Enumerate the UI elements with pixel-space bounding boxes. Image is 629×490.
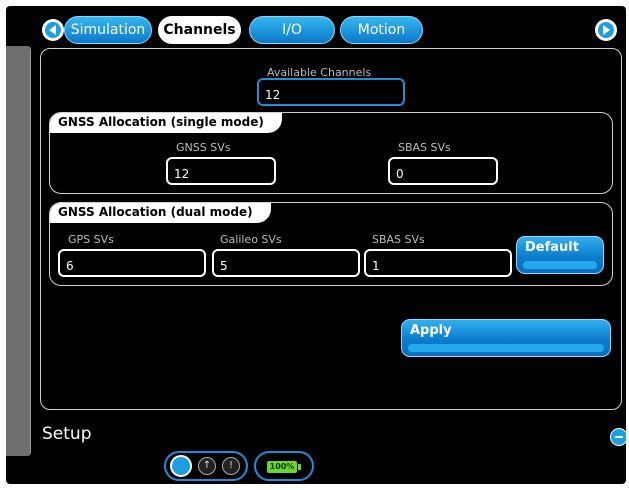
nav-right-button[interactable] (595, 19, 617, 41)
tab-motion[interactable]: Motion (340, 16, 423, 44)
warning-icon[interactable]: ! (222, 457, 240, 475)
single-gnss-field[interactable]: 12 (166, 157, 276, 185)
default-button-label: Default (525, 240, 579, 255)
dual-galileo-field[interactable]: 5 (212, 249, 360, 277)
tab-channels[interactable]: Channels (158, 16, 241, 44)
single-gnss-label: GNSS SVs (176, 141, 231, 154)
single-mode-group: GNSS Allocation (single mode) GNSS SVs 1… (49, 112, 613, 194)
dual-mode-title: GNSS Allocation (dual mode) (50, 203, 271, 223)
dual-sbas-label: SBAS SVs (372, 233, 425, 246)
status-indicator-icon[interactable] (170, 455, 192, 477)
available-channels-field[interactable]: 12 (257, 78, 405, 106)
dual-mode-group: GNSS Allocation (dual mode) GPS SVs 6 Ga… (49, 202, 613, 286)
nav-right-icon (598, 22, 614, 38)
side-panel-handle[interactable] (6, 46, 31, 456)
nav-left-button[interactable] (42, 19, 64, 41)
status-indicators: ↑ ! (164, 451, 248, 481)
single-sbas-label: SBAS SVs (398, 141, 451, 154)
screen: Simulation Channels I/O Motion Available… (6, 6, 626, 484)
channels-panel: Available Channels 12 GNSS Allocation (s… (40, 48, 622, 410)
dual-galileo-label: Galileo SVs (220, 233, 282, 246)
dual-gps-field[interactable]: 6 (58, 249, 206, 277)
battery-status: 100% (254, 451, 314, 481)
battery-icon: 100% (267, 461, 297, 473)
apply-button-label: Apply (410, 323, 452, 338)
single-sbas-field[interactable]: 0 (388, 157, 498, 185)
apply-button[interactable]: Apply (401, 319, 611, 357)
collapse-button[interactable] (610, 428, 626, 446)
info-icon[interactable]: ↑ (198, 457, 216, 475)
tab-simulation[interactable]: Simulation (64, 16, 152, 44)
collapse-icon (615, 436, 623, 438)
default-button[interactable]: Default (516, 236, 604, 274)
nav-left-icon (45, 22, 61, 38)
section-label: Setup (42, 424, 92, 444)
single-mode-title: GNSS Allocation (single mode) (50, 113, 282, 133)
dual-sbas-field[interactable]: 1 (364, 249, 512, 277)
tab-io[interactable]: I/O (249, 16, 335, 44)
dual-gps-label: GPS SVs (68, 233, 114, 246)
